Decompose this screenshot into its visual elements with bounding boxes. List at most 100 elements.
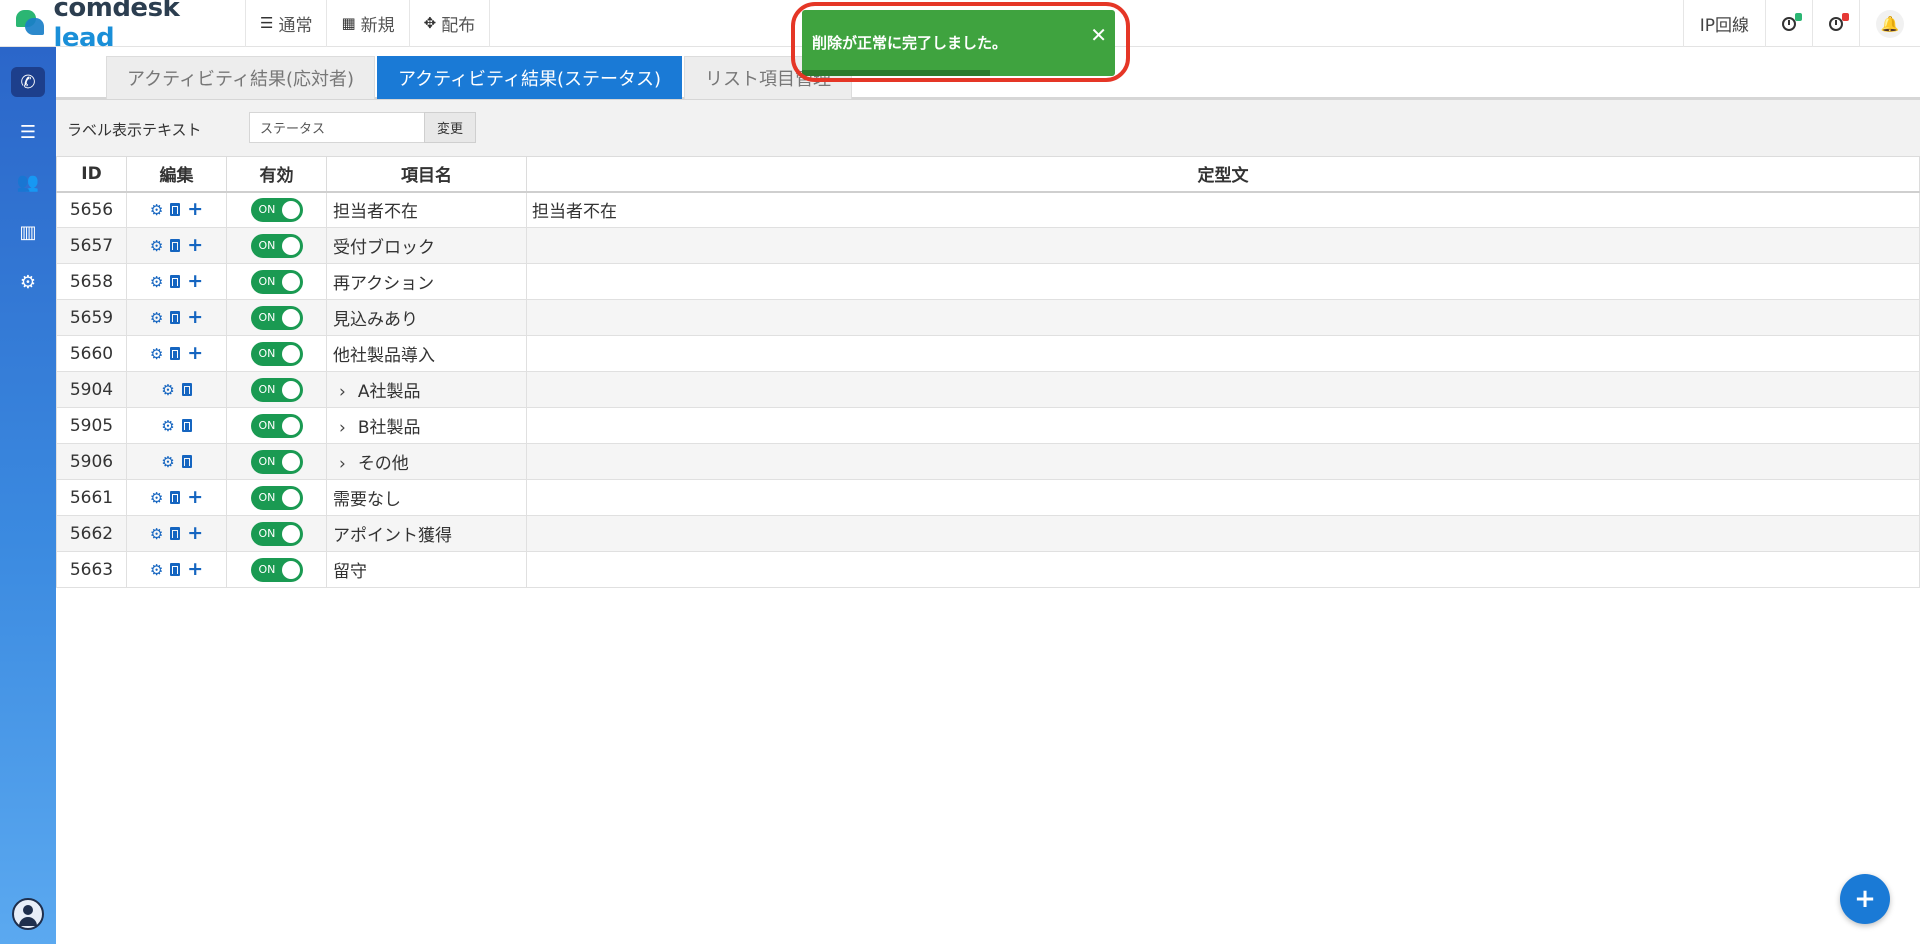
add-child-icon[interactable]: + (187, 344, 203, 363)
add-child-icon[interactable]: + (187, 488, 203, 507)
add-child-icon[interactable]: + (187, 200, 203, 219)
close-icon[interactable]: ✕ (1090, 23, 1107, 47)
enabled-toggle[interactable]: ON (250, 197, 303, 222)
user-avatar-icon[interactable] (12, 898, 44, 930)
gear-icon[interactable]: ⚙ (150, 489, 163, 507)
nav-new[interactable]: ▦ 新規 (327, 0, 410, 47)
cell-valid: ON (226, 335, 327, 372)
timer-button-2[interactable] (1812, 0, 1859, 47)
label-settings-bar: ラベル表示テキスト 変更 (56, 100, 1920, 156)
gear-icon: ⚙ (19, 271, 37, 293)
gear-icon[interactable]: ⚙ (150, 345, 163, 363)
change-button[interactable]: 変更 (424, 112, 476, 143)
header-valid: 有効 (226, 156, 327, 193)
app-logo[interactable]: comdesk lead (0, 0, 246, 53)
notification-button[interactable]: 🔔 (1859, 0, 1920, 47)
gear-icon[interactable]: ⚙ (150, 201, 163, 219)
add-child-icon[interactable]: + (187, 308, 203, 327)
trash-icon[interactable] (181, 419, 192, 432)
nav-normal[interactable]: ☰ 通常 (246, 0, 328, 47)
cell-item-name: 受付ブロック (326, 227, 527, 264)
enabled-toggle[interactable]: ON (250, 233, 303, 258)
trash-icon[interactable] (181, 383, 192, 396)
gear-icon[interactable]: ⚙ (161, 453, 174, 471)
table-row: 5663 ⚙ + ON 留守 (56, 551, 1920, 588)
enabled-toggle[interactable]: ON (250, 305, 303, 330)
ip-line-button[interactable]: IP回線 (1682, 0, 1765, 47)
status-table: ID 編集 有効 項目名 定型文 5656 ⚙ + ON 担当者不在 担当者不在 5657 ⚙… (56, 156, 1920, 588)
gear-icon[interactable]: ⚙ (161, 381, 174, 399)
nav-distribute[interactable]: ✥ 配布 (410, 0, 491, 47)
trash-icon[interactable] (170, 491, 181, 504)
table-row: 5658 ⚙ + ON 再アクション (56, 263, 1920, 300)
item-name-text: 需要なし (333, 490, 401, 510)
enabled-toggle[interactable]: ON (250, 521, 303, 546)
trash-icon[interactable] (170, 311, 181, 324)
cell-item-name: 留守 (326, 551, 527, 588)
gear-icon[interactable]: ⚙ (150, 309, 163, 327)
cell-valid: ON (226, 227, 327, 264)
cell-template (526, 407, 1920, 444)
trash-icon[interactable] (170, 347, 181, 360)
gear-icon[interactable]: ⚙ (150, 525, 163, 543)
nav-new-label: 新規 (360, 15, 395, 36)
gear-icon[interactable]: ⚙ (150, 561, 163, 579)
cell-item-name: › その他 (326, 443, 527, 480)
label-text-caption: ラベル表示テキスト (67, 121, 202, 139)
timer-button-1[interactable] (1765, 0, 1812, 47)
add-child-icon[interactable]: + (187, 560, 203, 579)
sidebar-item-users[interactable]: 👥 (11, 167, 45, 197)
trash-icon[interactable] (170, 275, 181, 288)
enabled-toggle[interactable]: ON (250, 485, 303, 510)
enabled-toggle[interactable]: ON (250, 449, 303, 474)
cell-edit: ⚙ + (126, 551, 227, 588)
enabled-toggle[interactable]: ON (250, 269, 303, 294)
add-child-icon[interactable]: + (187, 524, 203, 543)
item-name-text: 受付ブロック (333, 238, 435, 258)
tab-activity-responder[interactable]: アクティビティ結果(応対者) (106, 56, 375, 99)
label-text-input[interactable] (249, 112, 425, 143)
trash-icon[interactable] (170, 563, 181, 576)
gear-icon[interactable]: ⚙ (161, 417, 174, 435)
logo-text-main: comdesk (53, 0, 180, 23)
trash-icon[interactable] (181, 455, 192, 468)
table-row: 5656 ⚙ + ON 担当者不在 担当者不在 (56, 191, 1920, 228)
cell-valid: ON (226, 407, 327, 444)
toggle-knob (281, 488, 300, 507)
sidebar-item-database[interactable]: ☰ (11, 117, 45, 147)
gear-icon[interactable]: ⚙ (150, 237, 163, 255)
cell-valid: ON (226, 371, 327, 408)
toggle-knob (281, 524, 300, 543)
add-child-icon[interactable]: + (187, 272, 203, 291)
cell-edit: ⚙ + (126, 227, 227, 264)
enabled-toggle[interactable]: ON (250, 557, 303, 582)
cell-id: 5660 (56, 335, 127, 372)
add-child-icon[interactable]: + (187, 236, 203, 255)
trash-icon[interactable] (170, 527, 181, 540)
gear-icon[interactable]: ⚙ (150, 273, 163, 291)
cell-item-name: アポイント獲得 (326, 515, 527, 552)
trash-icon[interactable] (170, 203, 181, 217)
chevron-right-icon: › (339, 382, 346, 402)
chevron-right-icon: › (339, 418, 346, 438)
toast-progress-bar (802, 70, 990, 76)
sidebar-item-phone[interactable]: ✆ (11, 67, 45, 97)
enabled-toggle[interactable]: ON (250, 413, 303, 438)
sidebar-item-reports[interactable]: ▥ (11, 217, 45, 247)
enabled-toggle[interactable]: ON (250, 377, 303, 402)
item-name-text: 見込みあり (333, 310, 418, 330)
trash-icon[interactable] (170, 239, 181, 252)
toggle-label: ON (258, 202, 276, 216)
cell-id: 5661 (56, 479, 127, 516)
tab-activity-status[interactable]: アクティビティ結果(ステータス) (377, 56, 682, 99)
top-nav: ☰ 通常 ▦ 新規 ✥ 配布 (246, 0, 491, 47)
add-button[interactable]: + (1840, 874, 1890, 924)
sidebar-item-settings[interactable]: ⚙ (11, 267, 45, 297)
cell-template (526, 551, 1920, 588)
item-name-text: 他社製品導入 (333, 346, 435, 366)
enabled-toggle[interactable]: ON (250, 341, 303, 366)
header-id[interactable]: ID (56, 156, 127, 193)
cell-valid: ON (226, 443, 327, 480)
cell-edit: ⚙ + (126, 299, 227, 336)
toggle-knob (281, 416, 300, 435)
